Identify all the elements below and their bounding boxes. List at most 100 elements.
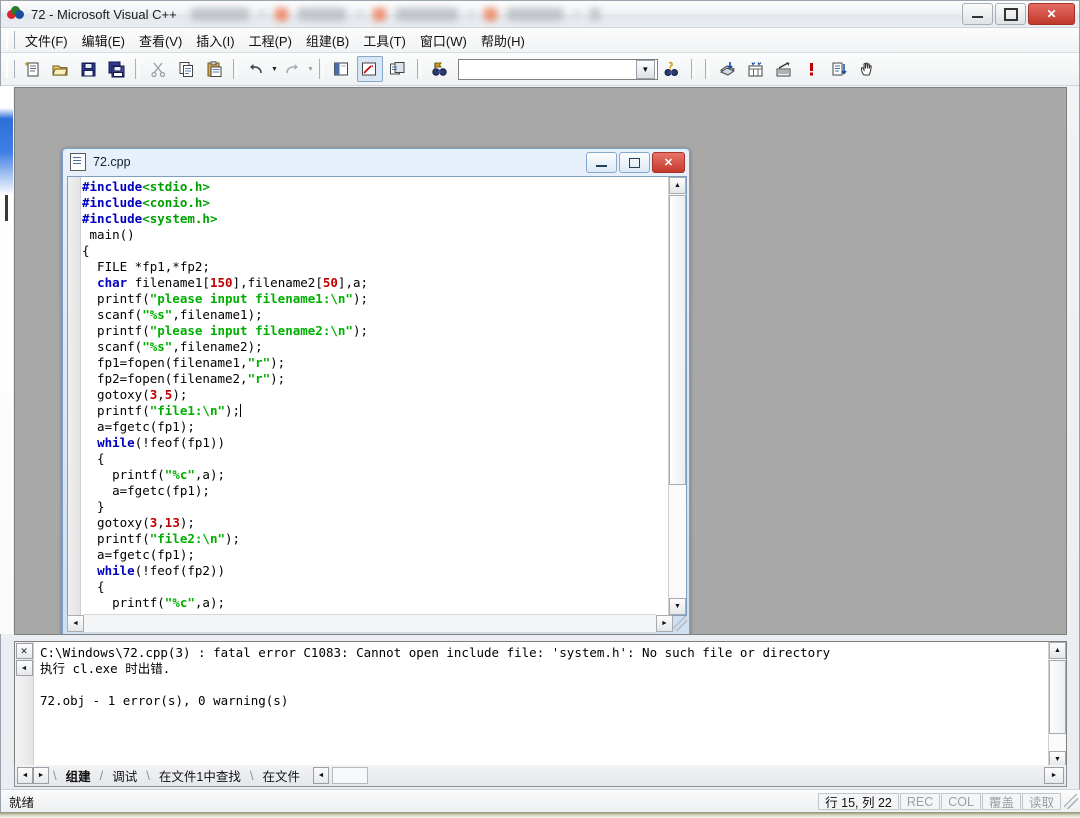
editor-minimize-button[interactable]	[586, 152, 617, 173]
scissors-icon[interactable]	[145, 56, 171, 82]
undo-arrow-icon[interactable]	[243, 56, 269, 82]
menu-build[interactable]: 组建(B)	[299, 28, 356, 53]
go-step-icon[interactable]	[827, 56, 853, 82]
editor-vertical-scrollbar[interactable]: ▲ ▼	[668, 177, 686, 615]
status-rec: REC	[899, 793, 941, 810]
tabstrip-scroll-right-button[interactable]: ►	[1044, 767, 1064, 784]
editor-window-controls: ✕	[586, 152, 685, 173]
editor-vertical-scroll-thumb[interactable]	[669, 195, 686, 485]
editor-scroll-right-button[interactable]: ►	[656, 614, 673, 632]
new-document-icon[interactable]	[19, 56, 45, 82]
tabstrip-scroll-left-button[interactable]: ◄	[313, 767, 329, 784]
output-close-icon[interactable]: ✕	[15, 643, 33, 659]
code-token: "%c"	[164, 467, 195, 482]
close-button[interactable]: ✕	[1028, 3, 1075, 25]
tab-prev-button[interactable]: ◄	[17, 767, 33, 784]
menu-project[interactable]: 工程(P)	[242, 28, 299, 53]
compile-icon[interactable]	[715, 56, 741, 82]
tab-debug[interactable]: 调试	[103, 765, 146, 786]
code-token: scanf(	[82, 339, 143, 354]
menu-help[interactable]: 帮助(H)	[474, 28, 532, 53]
minimize-button[interactable]	[962, 3, 993, 25]
undo-dropdown-arrow-icon[interactable]: ▼	[271, 66, 278, 73]
window-title: 72 - Microsoft Visual C++	[31, 6, 177, 22]
code-token: ,a);	[194, 595, 226, 610]
code-line: #include<system.h>	[82, 211, 668, 227]
tabstrip-right-nav: ◄	[313, 767, 368, 784]
editor-scroll-left-button[interactable]: ◄	[67, 614, 84, 632]
exclamation-run-icon[interactable]	[799, 56, 825, 82]
code-line: fp1=fopen(filename1,"r");	[82, 355, 668, 371]
menu-view[interactable]: 查看(V)	[132, 28, 189, 53]
workspace-window-icon[interactable]	[329, 56, 355, 82]
code-token: {	[82, 451, 105, 466]
output-vertical-scroll-thumb[interactable]	[1049, 660, 1066, 734]
code-token: ,filename1);	[172, 307, 263, 322]
code-token: );	[225, 403, 241, 418]
find-combo-dropdown-arrow-icon[interactable]: ▼	[635, 59, 655, 79]
left-edge-marker	[5, 195, 8, 221]
editor-title: 72.cpp	[93, 155, 131, 169]
save-all-icon[interactable]	[103, 56, 129, 82]
editor-close-button[interactable]: ✕	[652, 152, 685, 173]
tab-find-in-files-2[interactable]: 在文件	[253, 765, 309, 786]
code-editor-area[interactable]: #include<stdio.h> #include<conio.h> #inclu…	[67, 176, 687, 616]
code-line: printf("%c",a);	[82, 595, 668, 611]
toolbar-separator-2	[233, 59, 237, 79]
editor-horizontal-scroll-track[interactable]	[84, 613, 656, 633]
redo-dropdown-arrow-icon[interactable]: ▼	[307, 66, 314, 73]
tab-find-in-files-1[interactable]: 在文件1中查找	[150, 765, 250, 786]
hand-icon[interactable]	[855, 56, 881, 82]
editor-horizontal-scrollbar[interactable]: ◄ ►	[67, 613, 687, 633]
window-resize-grip[interactable]	[1064, 794, 1078, 809]
menu-insert[interactable]: 插入(I)	[189, 28, 241, 53]
floppy-disk-icon[interactable]	[75, 56, 101, 82]
editor-scroll-down-button[interactable]: ▼	[669, 598, 686, 615]
tab-build[interactable]: 组建	[57, 765, 100, 786]
code-token: 50	[322, 275, 338, 290]
editor-maximize-button[interactable]	[619, 152, 650, 173]
code-line: while(!feof(fp2))	[82, 563, 668, 579]
editor-titlebar: 72.cpp ✕	[63, 149, 689, 175]
editor-resize-grip[interactable]	[673, 615, 687, 631]
binoculars-icon[interactable]	[659, 56, 685, 82]
code-line: printf("please input filename2:\n");	[82, 323, 668, 339]
open-folder-icon[interactable]	[47, 56, 73, 82]
code-line: gotoxy(3,5);	[82, 387, 668, 403]
build-bricks-icon[interactable]	[743, 56, 769, 82]
code-token: "%s"	[142, 339, 173, 354]
find-combo[interactable]: ▼	[457, 58, 658, 80]
code-line: scanf("%s",filename2);	[82, 339, 668, 355]
stop-build-icon[interactable]	[771, 56, 797, 82]
window-list-icon[interactable]	[385, 56, 411, 82]
menu-edit[interactable]: 编辑(E)	[75, 28, 132, 53]
output-scroll-prev-icon[interactable]: ◄	[15, 660, 33, 676]
code-text[interactable]: #include<stdio.h> #include<conio.h> #inclu…	[82, 179, 668, 611]
output-window-icon[interactable]	[356, 56, 383, 82]
tab-next-button[interactable]: ►	[33, 767, 49, 784]
menu-file[interactable]: 文件(F)	[18, 28, 75, 53]
code-token: "r"	[247, 355, 271, 370]
code-line: fp2=fopen(filename2,"r");	[82, 371, 668, 387]
code-token: "file2:\n"	[149, 531, 225, 546]
output-pane: ✕ ◄ C:\Windows\72.cpp(3) : fatal error C…	[14, 641, 1067, 769]
clipboard-paste-icon[interactable]	[201, 56, 227, 82]
copy-icon[interactable]	[173, 56, 199, 82]
code-token: (!feof(fp1))	[134, 435, 226, 450]
output-vertical-scrollbar[interactable]: ▲ ▼	[1048, 642, 1066, 768]
binoculars-flag-icon[interactable]	[427, 56, 453, 82]
toolbar-gripper[interactable]	[6, 60, 15, 78]
output-scroll-up-button[interactable]: ▲	[1049, 642, 1066, 659]
status-indicators: 行 15, 列 22 REC COL 覆盖 读取	[818, 793, 1080, 810]
redo-arrow-icon[interactable]	[279, 56, 305, 82]
status-col: COL	[941, 793, 981, 810]
maximize-button[interactable]	[995, 3, 1026, 25]
menubar-gripper[interactable]	[6, 31, 15, 49]
status-message: 就绪	[9, 796, 35, 810]
menu-window[interactable]: 窗口(W)	[413, 28, 474, 53]
code-token: printf(	[82, 531, 150, 546]
menu-tools[interactable]: 工具(T)	[356, 28, 413, 53]
code-line: printf("file1:\n");	[82, 403, 668, 419]
editor-scroll-up-button[interactable]: ▲	[669, 177, 686, 194]
